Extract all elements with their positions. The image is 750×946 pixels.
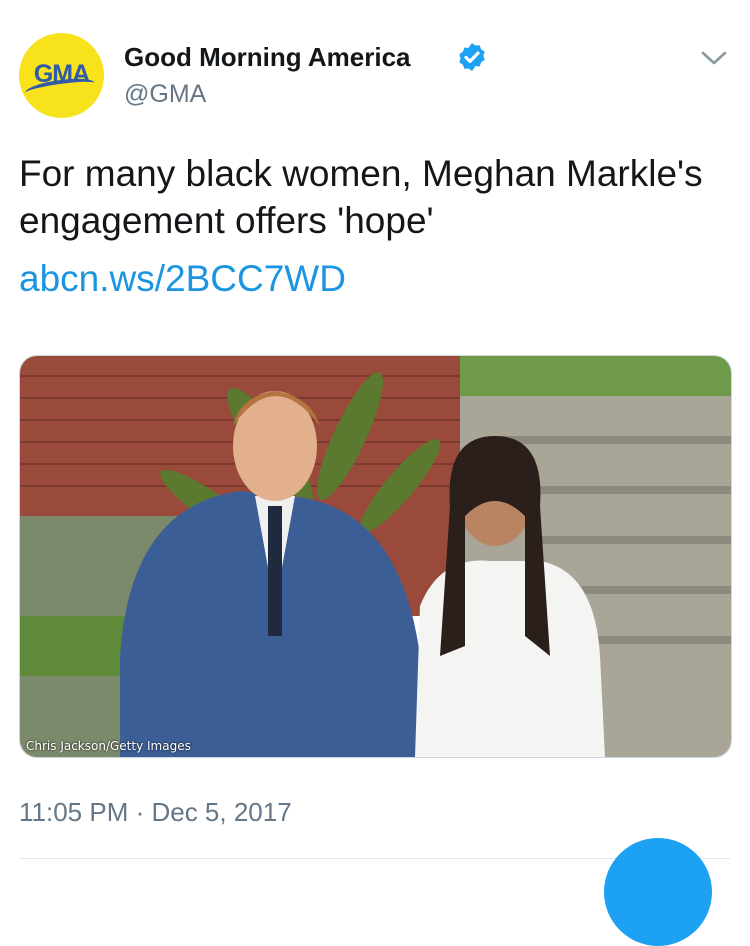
display-name[interactable]: Good Morning America <box>124 42 411 73</box>
tweet-link[interactable]: abcn.ws/2BCC7WD <box>19 258 346 300</box>
chevron-down-icon[interactable] <box>700 48 728 68</box>
avatar[interactable]: GMA <box>19 33 104 118</box>
verified-badge-icon <box>459 43 485 71</box>
media-image[interactable]: Chris Jackson/Getty Images <box>19 355 732 758</box>
tweet-text: For many black women, Meghan Markle's en… <box>19 153 703 241</box>
user-handle[interactable]: @GMA <box>124 80 206 109</box>
avatar-logo-text: GMA <box>33 60 90 88</box>
compose-button[interactable] <box>604 838 712 946</box>
photo-illustration <box>20 356 731 757</box>
media-credit: Chris Jackson/Getty Images <box>26 739 191 753</box>
tweet-timestamp[interactable]: 11:05 PM · Dec 5, 2017 <box>19 797 292 828</box>
